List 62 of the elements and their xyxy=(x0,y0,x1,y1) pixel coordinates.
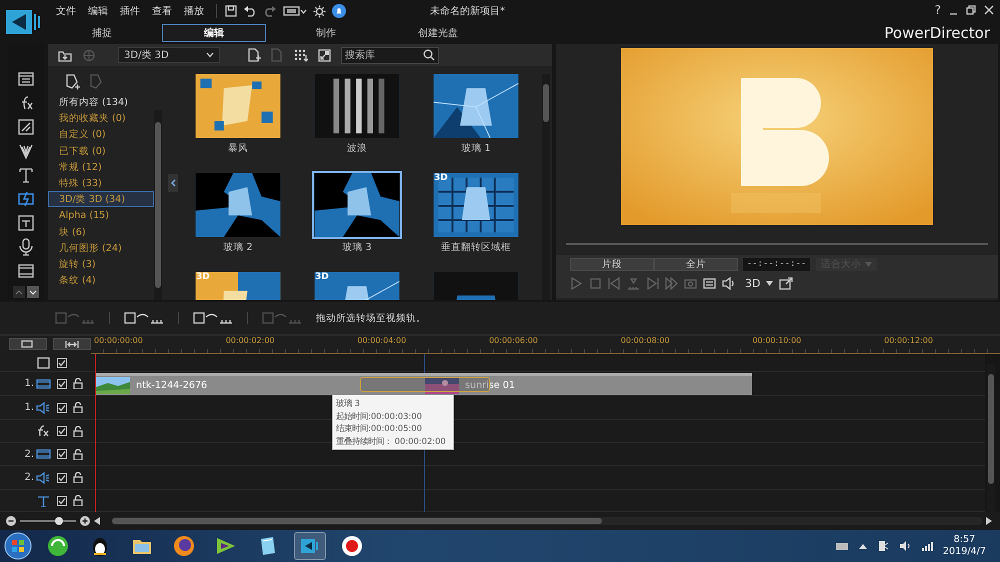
thumbnail-label: 暴风 xyxy=(228,142,248,155)
video-clip[interactable]: ntk-1244-2676 xyxy=(96,372,425,394)
timecode-field[interactable]: --:--:--:-- xyxy=(743,258,810,271)
category-item[interactable]: Alpha (15) xyxy=(48,207,154,224)
thumbnail-label: 玻璃 1 xyxy=(461,142,491,155)
thumbnail-label: 玻璃 2 xyxy=(223,241,253,254)
menu-item[interactable]: 插件 xyxy=(114,4,146,18)
tooltip-title: 玻璃 3 xyxy=(336,397,361,410)
menu-item[interactable]: 编辑 xyxy=(82,4,114,18)
track-number: 1. xyxy=(24,378,34,389)
badge-label: 3D xyxy=(434,173,448,183)
tooltip-line: 结束时间:00:00:05:00 xyxy=(336,422,423,434)
track-number: 1. xyxy=(24,402,34,413)
tab[interactable]: 制作 xyxy=(274,24,378,42)
badge-label: 3D xyxy=(196,272,210,282)
mode-button[interactable]: 全片 xyxy=(654,258,738,271)
track-number: 2. xyxy=(24,448,34,460)
category-item[interactable]: 自定义 (0) xyxy=(48,126,154,143)
time-label: 00:00:00:00 xyxy=(94,336,144,347)
clock-date: 2019/4/7 xyxy=(942,546,986,558)
help-button[interactable]: ? xyxy=(934,3,941,17)
category-item[interactable]: 已下载 (0) xyxy=(48,142,154,159)
tab[interactable]: 捕捉 xyxy=(50,24,154,42)
thumbnail-label: 垂直翻转区域框 xyxy=(441,241,511,254)
time-label: 00:00:12:00 xyxy=(884,336,934,347)
category-item[interactable]: 几何图形 (24) xyxy=(48,240,154,256)
menu-item[interactable]: 播放 xyxy=(178,4,210,18)
badge-label: 3D xyxy=(315,272,329,282)
track-number: 2. xyxy=(24,472,34,483)
category-item[interactable]: 块 (6) xyxy=(48,224,154,240)
category-item[interactable]: 我的收藏夹 (0) xyxy=(48,110,154,126)
tab[interactable]: 编辑 xyxy=(162,24,266,42)
tab[interactable]: 创建光盘 xyxy=(386,24,490,42)
category-item[interactable]: 特殊 (33) xyxy=(48,174,154,192)
transition-thumbnail[interactable]: 3D xyxy=(312,270,402,300)
thumbnail-label: 波浪 xyxy=(347,142,367,155)
time-label: 00:00:04:00 xyxy=(357,336,408,347)
search-field[interactable]: 搜索库 xyxy=(341,46,439,64)
category-dropdown[interactable]: 3D/类 3D xyxy=(118,47,220,63)
category-item[interactable]: 条纹 (4) xyxy=(48,272,154,288)
stereo-mode-button[interactable]: 3D xyxy=(745,277,760,290)
tooltip-line: 起始时间:00:00:03:00 xyxy=(336,410,423,422)
timeline-ruler[interactable]: 00:00:00:00 00:00:02:00 00:00:04:00 00:00:06:00 00:00:08:00 00:00:10:00 00:00:12:00 xyxy=(91,336,1000,354)
hint-text: 拖动所选转场至视频轨。 xyxy=(316,312,426,324)
time-label: 00:00:02:00 xyxy=(226,336,276,347)
thumbnail-label: 玻璃 3 xyxy=(342,241,372,254)
clock-time: 8:57 xyxy=(954,534,976,546)
menu-item[interactable]: 文件 xyxy=(50,4,82,18)
tooltip-line: 重叠持续时间： 00:00:02:00 xyxy=(336,434,447,447)
time-label: 00:00:10:00 xyxy=(752,336,802,347)
time-label: 00:00:08:00 xyxy=(620,336,671,347)
time-label: 00:00:06:00 xyxy=(489,336,539,347)
category-item[interactable]: 常规 (12) xyxy=(48,158,154,175)
clip-name: ntk-1244-2676 xyxy=(136,380,208,390)
window-title: 未命名的新项目* xyxy=(430,4,505,18)
category-item[interactable]: 旋转 (3) xyxy=(48,256,154,272)
transition-thumbnail[interactable]: 3D xyxy=(431,171,521,239)
category-item[interactable]: 所有内容 (134) xyxy=(48,94,154,110)
menu-item[interactable]: 查看 xyxy=(146,4,178,18)
brand-name: PowerDirector xyxy=(884,24,990,42)
category-item[interactable]: 3D/类 3D (34) xyxy=(48,191,154,208)
mode-button[interactable]: 片段 xyxy=(570,258,654,271)
